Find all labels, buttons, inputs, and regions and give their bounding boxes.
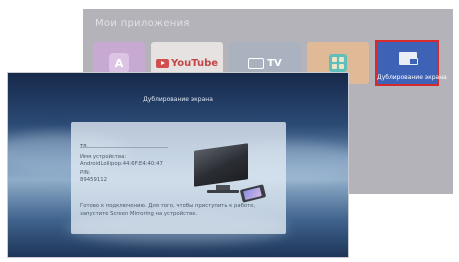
app-tile-screen-mirroring[interactable]: Дублирование экрана <box>375 40 447 86</box>
divider <box>80 147 168 148</box>
device-name-value: AndroidLollipop:44:6F:E4:40:47 <box>80 161 163 167</box>
screen-mirroring-icon <box>399 52 418 65</box>
device-name-label: Имя устройства: <box>80 154 127 160</box>
status-message: Готово к подключению. Для того, чтобы пр… <box>80 203 256 218</box>
app-grid-icon <box>329 54 347 72</box>
screen-mirroring-window: Дублирование экрана T8 Имя устройства: A… <box>7 72 349 258</box>
stage: Мои приложения A YouTube TV Дублирование… <box>0 0 459 262</box>
mirroring-info-dialog: T8 Имя устройства: AndroidLollipop:44:6F… <box>71 122 286 234</box>
screen-mirroring-tile-label: Дублирование экрана <box>377 74 447 81</box>
section-title: Мои приложения <box>95 18 190 29</box>
pin-label: PIN: <box>80 170 91 176</box>
pin-value: 89459112 <box>80 177 107 183</box>
youtube-play-icon <box>155 58 169 68</box>
window-title: Дублирование экрана <box>143 96 213 103</box>
tv-frame-icon <box>248 57 265 69</box>
tv-icon <box>194 143 248 187</box>
app-a-icon: A <box>109 53 129 73</box>
tv-label: TV <box>267 57 282 69</box>
youtube-label: YouTube <box>170 57 219 69</box>
